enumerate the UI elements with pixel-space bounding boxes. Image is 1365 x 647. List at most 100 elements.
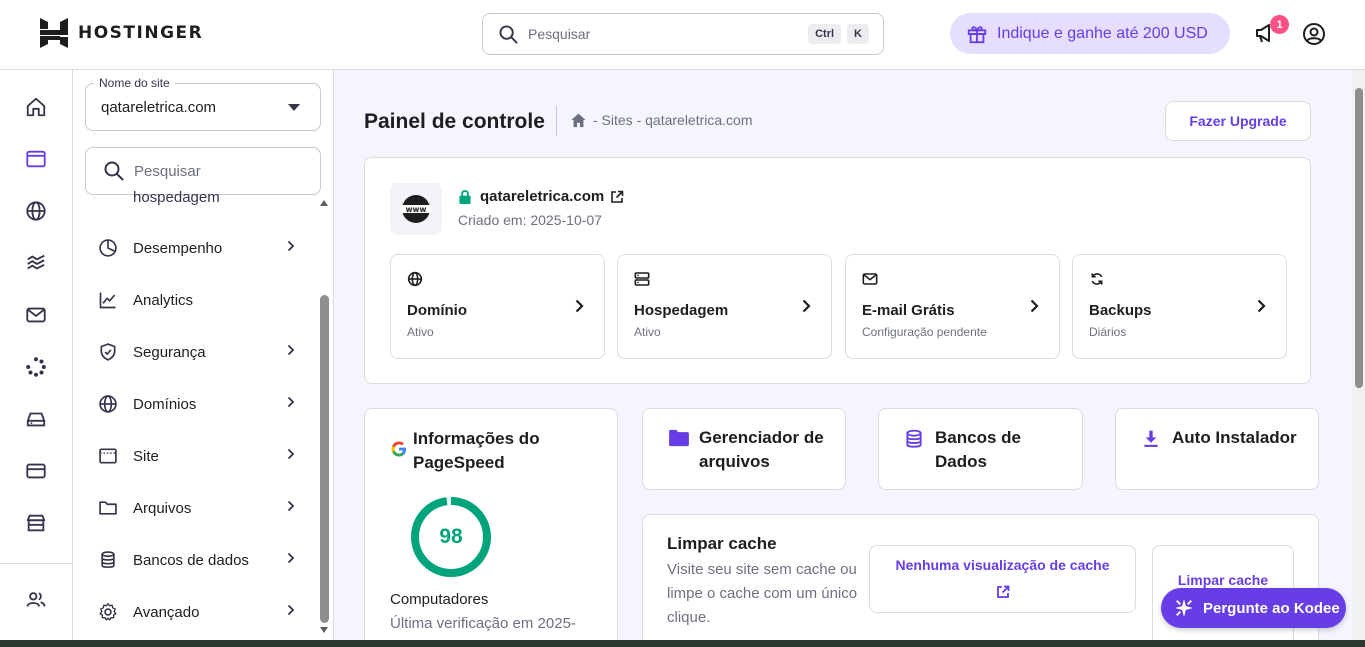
sidebar-item-arquivos[interactable]: Arquivos xyxy=(97,493,297,523)
gift-icon xyxy=(967,25,987,43)
site-name-row: qatareletrica.com xyxy=(458,188,624,205)
global-search-input[interactable]: Pesquisar Ctrl K xyxy=(482,13,884,55)
sidebar-item-label: Desempenho xyxy=(133,239,223,257)
cache-preview-button[interactable]: Nenhuma visualização de cache xyxy=(869,545,1136,613)
kodee-label: Pergunte ao Kodee xyxy=(1203,599,1340,617)
quick-action-label: Bancos de Dados xyxy=(935,428,1021,471)
chevron-right-icon xyxy=(287,499,297,517)
gear-icon xyxy=(97,601,119,623)
loading-dots-icon[interactable] xyxy=(25,356,47,378)
notification-badge: 1 xyxy=(1270,15,1289,34)
hostinger-logo-icon xyxy=(40,18,68,48)
tile-title: Domínio xyxy=(407,302,467,319)
site-overview-card: www qatareletrica.com Criado em: 2025-10… xyxy=(364,157,1311,384)
sidebar-scroll-down-arrow[interactable] xyxy=(320,627,328,633)
sidebar-scroll-up-arrow[interactable] xyxy=(320,200,328,206)
pagespeed-device: Computadores xyxy=(390,591,489,608)
sidebar-search-input[interactable]: Pesquisar xyxy=(85,147,321,195)
chevron-right-icon xyxy=(575,299,584,318)
lock-icon xyxy=(459,190,471,204)
chevron-right-icon xyxy=(1257,299,1266,318)
chevron-right-icon xyxy=(1030,299,1039,318)
pie-chart-icon xyxy=(97,237,119,259)
created-date: Criado em: 2025-10-07 xyxy=(458,212,602,228)
server-icon xyxy=(634,271,650,292)
clear-cache-label: Limpar cache xyxy=(1177,572,1269,588)
sidebar-item-avancado[interactable]: Avançado xyxy=(97,597,297,627)
dropdown-caret-icon xyxy=(288,104,300,111)
pagespeed-last-check: Última verificação em 2025- xyxy=(390,615,576,632)
user-circle-icon xyxy=(1303,23,1325,45)
websites-icon[interactable] xyxy=(25,148,47,170)
sidebar-item-label: Segurança xyxy=(133,343,206,361)
site-select-label: Nome do site xyxy=(94,76,175,90)
analytics-icon xyxy=(97,289,119,311)
referral-button[interactable]: Indique e ganhe até 200 USD xyxy=(950,13,1230,54)
store-icon[interactable] xyxy=(25,512,47,534)
tile-backups[interactable]: Backups Diários xyxy=(1072,254,1287,359)
tile-dominio[interactable]: Domínio Ativo xyxy=(390,254,605,359)
sidebar-item-desempenho[interactable]: Desempenho xyxy=(97,233,297,263)
mail-icon xyxy=(862,271,878,292)
chevron-right-icon xyxy=(287,551,297,569)
home-icon[interactable] xyxy=(25,96,47,118)
home-icon[interactable] xyxy=(570,112,587,128)
domains-globe-icon[interactable] xyxy=(25,200,47,222)
sidebar-item-analytics[interactable]: Analytics xyxy=(97,285,297,315)
tile-status: Ativo xyxy=(407,325,434,339)
email-icon[interactable] xyxy=(25,304,47,326)
icon-rail xyxy=(0,70,73,640)
sidebar-item-bancos-de-dados[interactable]: Bancos de dados xyxy=(97,545,297,575)
kodee-sparkle-icon xyxy=(1174,598,1194,618)
upgrade-button[interactable]: Fazer Upgrade xyxy=(1165,101,1311,141)
account-button[interactable] xyxy=(1302,22,1326,51)
auto-installer-button[interactable]: Auto Instalador xyxy=(1115,408,1319,490)
search-icon xyxy=(104,161,124,181)
pagespeed-card: Informações do PageSpeed 98 Computadores… xyxy=(364,408,618,647)
users-icon[interactable] xyxy=(25,589,47,611)
horizons-icon[interactable] xyxy=(25,252,47,274)
ask-kodee-button[interactable]: Pergunte ao Kodee xyxy=(1161,588,1346,628)
sidebar-item-seguranca[interactable]: Segurança xyxy=(97,337,297,367)
tile-email[interactable]: E-mail Grátis Configuração pendente xyxy=(845,254,1060,359)
chevron-right-icon xyxy=(287,603,297,621)
sidebar-item-clipped[interactable]: hospedagem xyxy=(133,189,220,206)
download-icon xyxy=(1141,429,1161,454)
databases-button[interactable]: Bancos de Dados xyxy=(878,408,1083,490)
main-scrollbar-thumb[interactable] xyxy=(1355,88,1363,388)
breadcrumb-text[interactable]: - Sites - qatareletrica.com xyxy=(593,112,753,128)
sidebar-item-site[interactable]: Site xyxy=(97,441,297,471)
sidebar-item-label: Avançado xyxy=(133,603,200,621)
refresh-icon xyxy=(1089,271,1105,292)
vps-server-icon[interactable] xyxy=(25,408,47,430)
globe-icon xyxy=(97,393,119,415)
database-icon xyxy=(97,549,119,571)
billing-card-icon[interactable] xyxy=(25,460,47,482)
site-name-link[interactable]: qatareletrica.com xyxy=(480,188,604,205)
site-name-select[interactable]: Nome do site qatareletrica.com xyxy=(85,76,321,131)
sidebar-scrollbar-thumb[interactable] xyxy=(320,295,329,623)
search-icon xyxy=(499,24,518,44)
pagespeed-title: Informações do PageSpeed xyxy=(413,429,540,472)
tile-title: Backups xyxy=(1089,302,1152,319)
shield-icon xyxy=(97,341,119,363)
rail-divider xyxy=(0,563,73,564)
page-title: Painel de controle xyxy=(364,110,545,133)
cache-title: Limpar cache xyxy=(667,534,777,553)
globe-icon xyxy=(407,271,423,292)
file-manager-button[interactable]: Gerenciador de arquivos xyxy=(642,408,846,490)
tile-hospedagem[interactable]: Hospedagem Ativo xyxy=(617,254,832,359)
sidebar-item-label: Site xyxy=(133,447,159,465)
chevron-right-icon xyxy=(287,395,297,413)
external-link-icon[interactable] xyxy=(610,190,624,204)
hostinger-logo[interactable]: HOSTINGER xyxy=(40,18,203,48)
os-taskbar-strip xyxy=(0,640,1365,647)
sidebar-item-dominios[interactable]: Domínios xyxy=(97,389,297,419)
chevron-right-icon xyxy=(287,343,297,361)
brand-name: HOSTINGER xyxy=(78,23,204,43)
svg-text:www: www xyxy=(406,205,427,214)
cache-description: Visite seu site sem cache ou limpe o cac… xyxy=(667,561,858,626)
quick-action-label: Auto Instalador xyxy=(1172,428,1297,447)
external-link-icon xyxy=(996,585,1009,598)
sidebar-item-label: Bancos de dados xyxy=(133,551,249,569)
